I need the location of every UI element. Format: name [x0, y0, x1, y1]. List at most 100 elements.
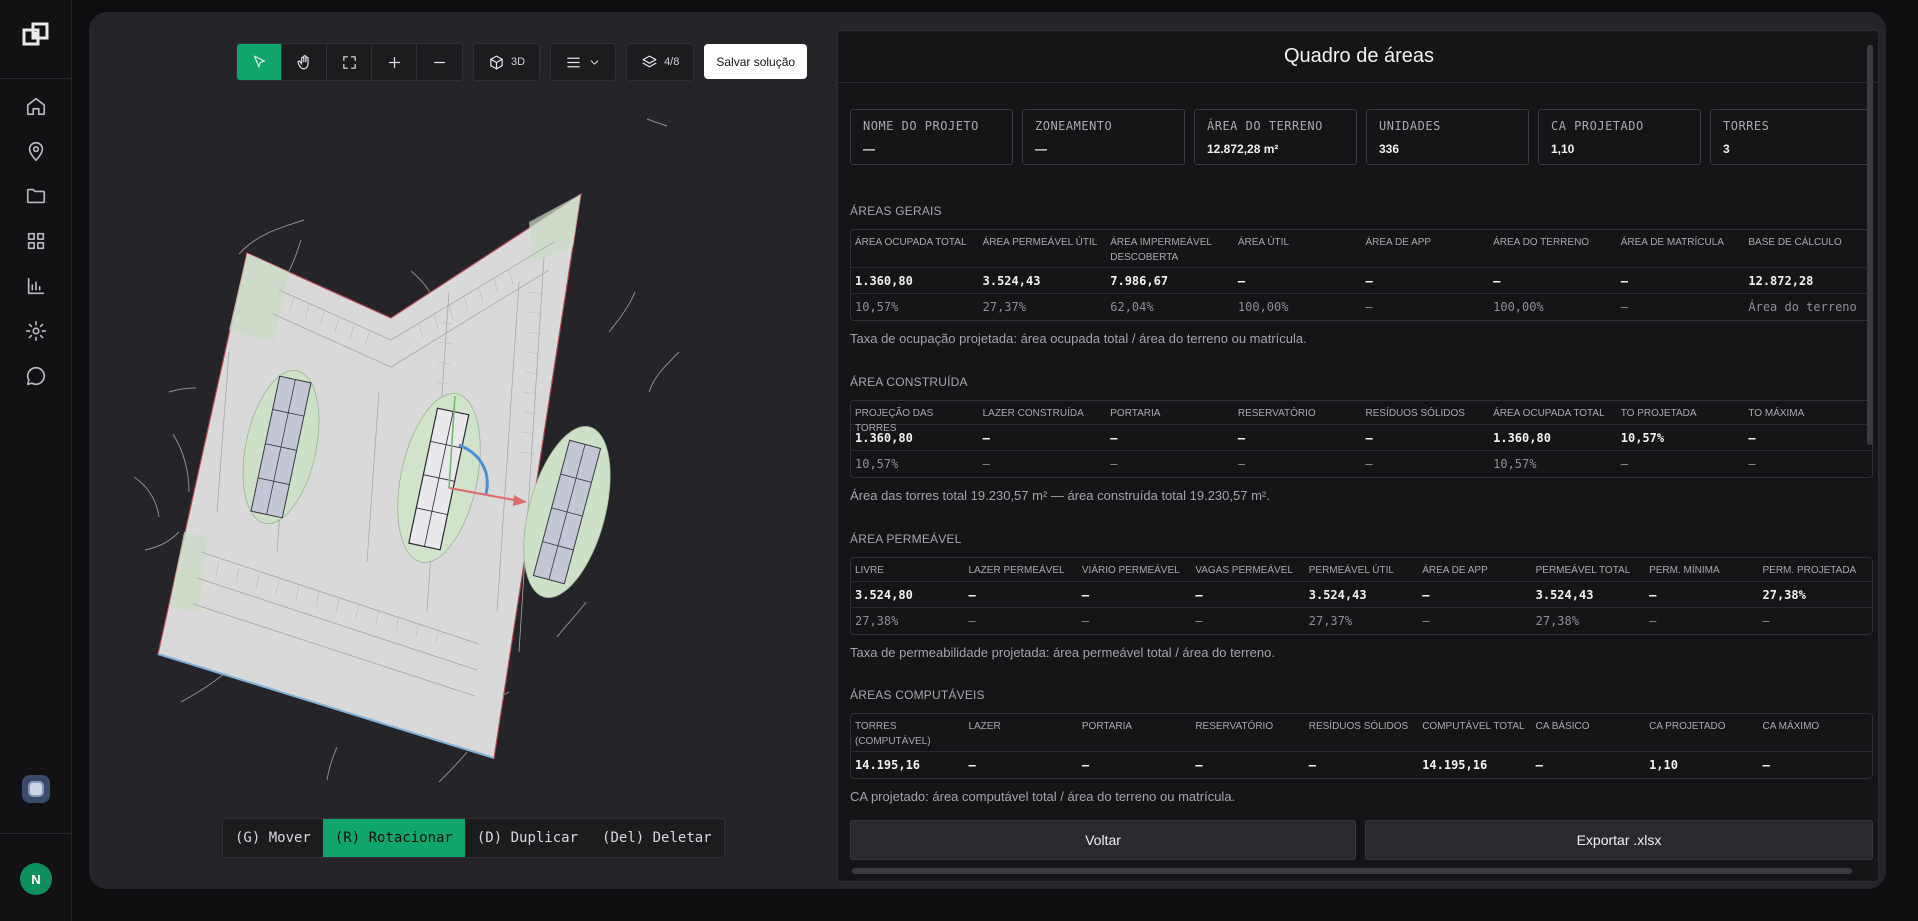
- card-value: —: [1035, 142, 1047, 156]
- pan-tool-button[interactable]: [282, 44, 327, 80]
- select-tool-button[interactable]: [237, 44, 282, 80]
- card-value: 336: [1379, 142, 1400, 156]
- column-header: RESÍDUOS SÓLIDOS: [1308, 721, 1409, 732]
- back-button[interactable]: Voltar: [850, 820, 1356, 860]
- table-cell: —: [1365, 273, 1373, 288]
- table-row-values: 14.195,16 — — — — 14.195,16 — 1,10 —: [851, 752, 1872, 778]
- column-header: ÁREA ÚTIL: [1237, 237, 1290, 248]
- save-solution-button[interactable]: Salvar solução: [704, 44, 808, 79]
- rotate-action-button[interactable]: (R) Rotacionar: [322, 819, 465, 857]
- table-cell: —: [968, 614, 976, 628]
- table-cell: 10,57%: [855, 300, 899, 314]
- section-area-construida: ÁREA CONSTRUÍDA PROJEÇÃO DAS TORRES LAZER…: [850, 375, 1873, 503]
- section-title: ÁREAS COMPUTÁVEIS: [850, 688, 985, 702]
- fit-view-button[interactable]: [327, 44, 372, 80]
- menu-dropdown-button[interactable]: [551, 44, 615, 80]
- table-cell: —: [1365, 457, 1373, 471]
- column-header: LAZER CONSTRUÍDA: [982, 408, 1084, 419]
- app-switcher-icon[interactable]: [22, 775, 50, 803]
- layers-button[interactable]: 4/8: [627, 44, 693, 80]
- cube-icon: [490, 55, 503, 69]
- section-note: CA projetado: área computável total / ár…: [850, 789, 1236, 804]
- zoom-out-button[interactable]: [417, 44, 462, 80]
- card-value: —: [863, 142, 875, 156]
- view-3d-group: 3D: [473, 43, 541, 81]
- table-cell: Área do terreno: [1748, 300, 1857, 314]
- section-areas-gerais: ÁREAS GERAIS ÁREA OCUPADA TOTAL ÁREA PERM…: [850, 204, 1873, 346]
- transform-action-bar: (G) Mover (R) Rotacionar (D) Duplicar (D…: [222, 818, 725, 858]
- minus-icon: [433, 61, 446, 63]
- scrollbar-thumb[interactable]: [852, 868, 1852, 874]
- fullscreen-icon: [342, 55, 356, 69]
- table-cell: —: [1620, 273, 1628, 288]
- chart-icon[interactable]: [22, 272, 50, 300]
- section-areas-computaveis: ÁREAS COMPUTÁVEIS TORRES (COMPUTÁVEL) LAZ…: [850, 688, 1873, 804]
- site-plan-canvas[interactable]: [89, 92, 829, 792]
- scrollbar-thumb[interactable]: [1867, 45, 1873, 445]
- panel-footer: Voltar Exportar .xlsx: [850, 820, 1873, 860]
- table-cell: —: [1762, 758, 1770, 772]
- table-cell: 3.524,80: [855, 587, 913, 602]
- table-cell: —: [1748, 430, 1756, 445]
- chevron-down-icon: [590, 59, 599, 65]
- card-value: 3: [1723, 142, 1730, 156]
- user-avatar[interactable]: N: [20, 863, 52, 895]
- table-cell: 27,38%: [1762, 587, 1806, 602]
- sidebar: N: [0, 0, 72, 921]
- delete-action-button[interactable]: (Del) Deletar: [590, 819, 724, 857]
- cursor-arrow-icon: [253, 55, 265, 67]
- summary-card-ca-projected: CA PROJETADO 1,10: [1538, 109, 1701, 165]
- export-xlsx-button[interactable]: Exportar .xlsx: [1365, 820, 1873, 860]
- table-cell: —: [1535, 758, 1543, 772]
- table-row-percents: 10,57% — — — — 10,57% — —: [851, 451, 1872, 477]
- column-header: LAZER PERMEÁVEL: [968, 565, 1065, 576]
- column-header: COMPUTÁVEL TOTAL: [1422, 721, 1525, 732]
- table-cell: 10,57%: [1620, 430, 1665, 445]
- folder-icon[interactable]: [22, 182, 50, 210]
- horizontal-scrollbar[interactable]: [852, 867, 1867, 875]
- view-3d-button[interactable]: 3D: [474, 44, 539, 80]
- summary-card-units: UNIDADES 336: [1366, 109, 1529, 165]
- grid-icon[interactable]: [22, 227, 50, 255]
- sidebar-divider: [0, 833, 72, 834]
- location-pin-icon[interactable]: [22, 137, 50, 165]
- table-cell: —: [1237, 457, 1246, 471]
- chat-bubble-icon[interactable]: [22, 362, 50, 390]
- vertical-scrollbar[interactable]: [1866, 39, 1874, 869]
- settings-gear-icon[interactable]: [22, 317, 50, 345]
- table-cell: 1.360,80: [855, 273, 913, 288]
- home-icon[interactable]: [22, 92, 50, 120]
- view-3d-label: 3D: [511, 56, 526, 68]
- table-cell: 27,38%: [1535, 614, 1579, 628]
- move-action-button[interactable]: (G) Mover: [223, 819, 323, 857]
- column-header: CA BÁSICO: [1535, 721, 1590, 732]
- column-header: ÁREA DO TERRENO: [1493, 237, 1590, 248]
- area-table-panel: Quadro de áreas NOME DO PROJETO — ZONEAM…: [837, 30, 1879, 882]
- summary-card-project-name: NOME DO PROJETO —: [850, 109, 1013, 165]
- summary-card-zoning: ZONEAMENTO —: [1022, 109, 1185, 165]
- table-cell: 10,57%: [1493, 457, 1537, 471]
- table-cell: —: [1110, 430, 1118, 445]
- column-header: ÁREA OCUPADA TOTAL: [1493, 408, 1605, 419]
- table-cell: —: [1620, 457, 1628, 471]
- table-cell: 12.872,28: [1748, 273, 1814, 288]
- table-cell: —: [968, 758, 976, 772]
- column-header: TO MÁXIMA: [1748, 408, 1805, 419]
- hand-icon: [297, 54, 309, 69]
- zoom-in-button[interactable]: [372, 44, 417, 80]
- summary-cards: NOME DO PROJETO — ZONEAMENTO — ÁREA DO T…: [850, 109, 1873, 165]
- table-cell: 3.524,43: [1535, 587, 1594, 602]
- column-header: TO PROJETADA: [1620, 408, 1697, 419]
- column-header: ÁREA IMPERMEÁVEL DESCOBERTA: [1110, 237, 1212, 263]
- table-cell: —: [1748, 457, 1756, 471]
- table-cell: 3.524,43: [982, 273, 1041, 288]
- summary-card-lot-area: ÁREA DO TERRENO 12.872,28 m²: [1194, 109, 1357, 165]
- table-cell: —: [1195, 614, 1203, 628]
- app-logo-icon[interactable]: [22, 22, 50, 50]
- section-title: ÁREA PERMEÁVEL: [850, 532, 962, 546]
- table-row-headers: PROJEÇÃO DAS TORRES LAZER CONSTRUÍDA PORTA…: [851, 401, 1872, 434]
- card-value: 12.872,28 m²: [1207, 142, 1279, 156]
- duplicate-action-button[interactable]: (D) Duplicar: [465, 819, 590, 857]
- table-cell: —: [1081, 758, 1090, 772]
- table-cell: —: [1081, 614, 1090, 628]
